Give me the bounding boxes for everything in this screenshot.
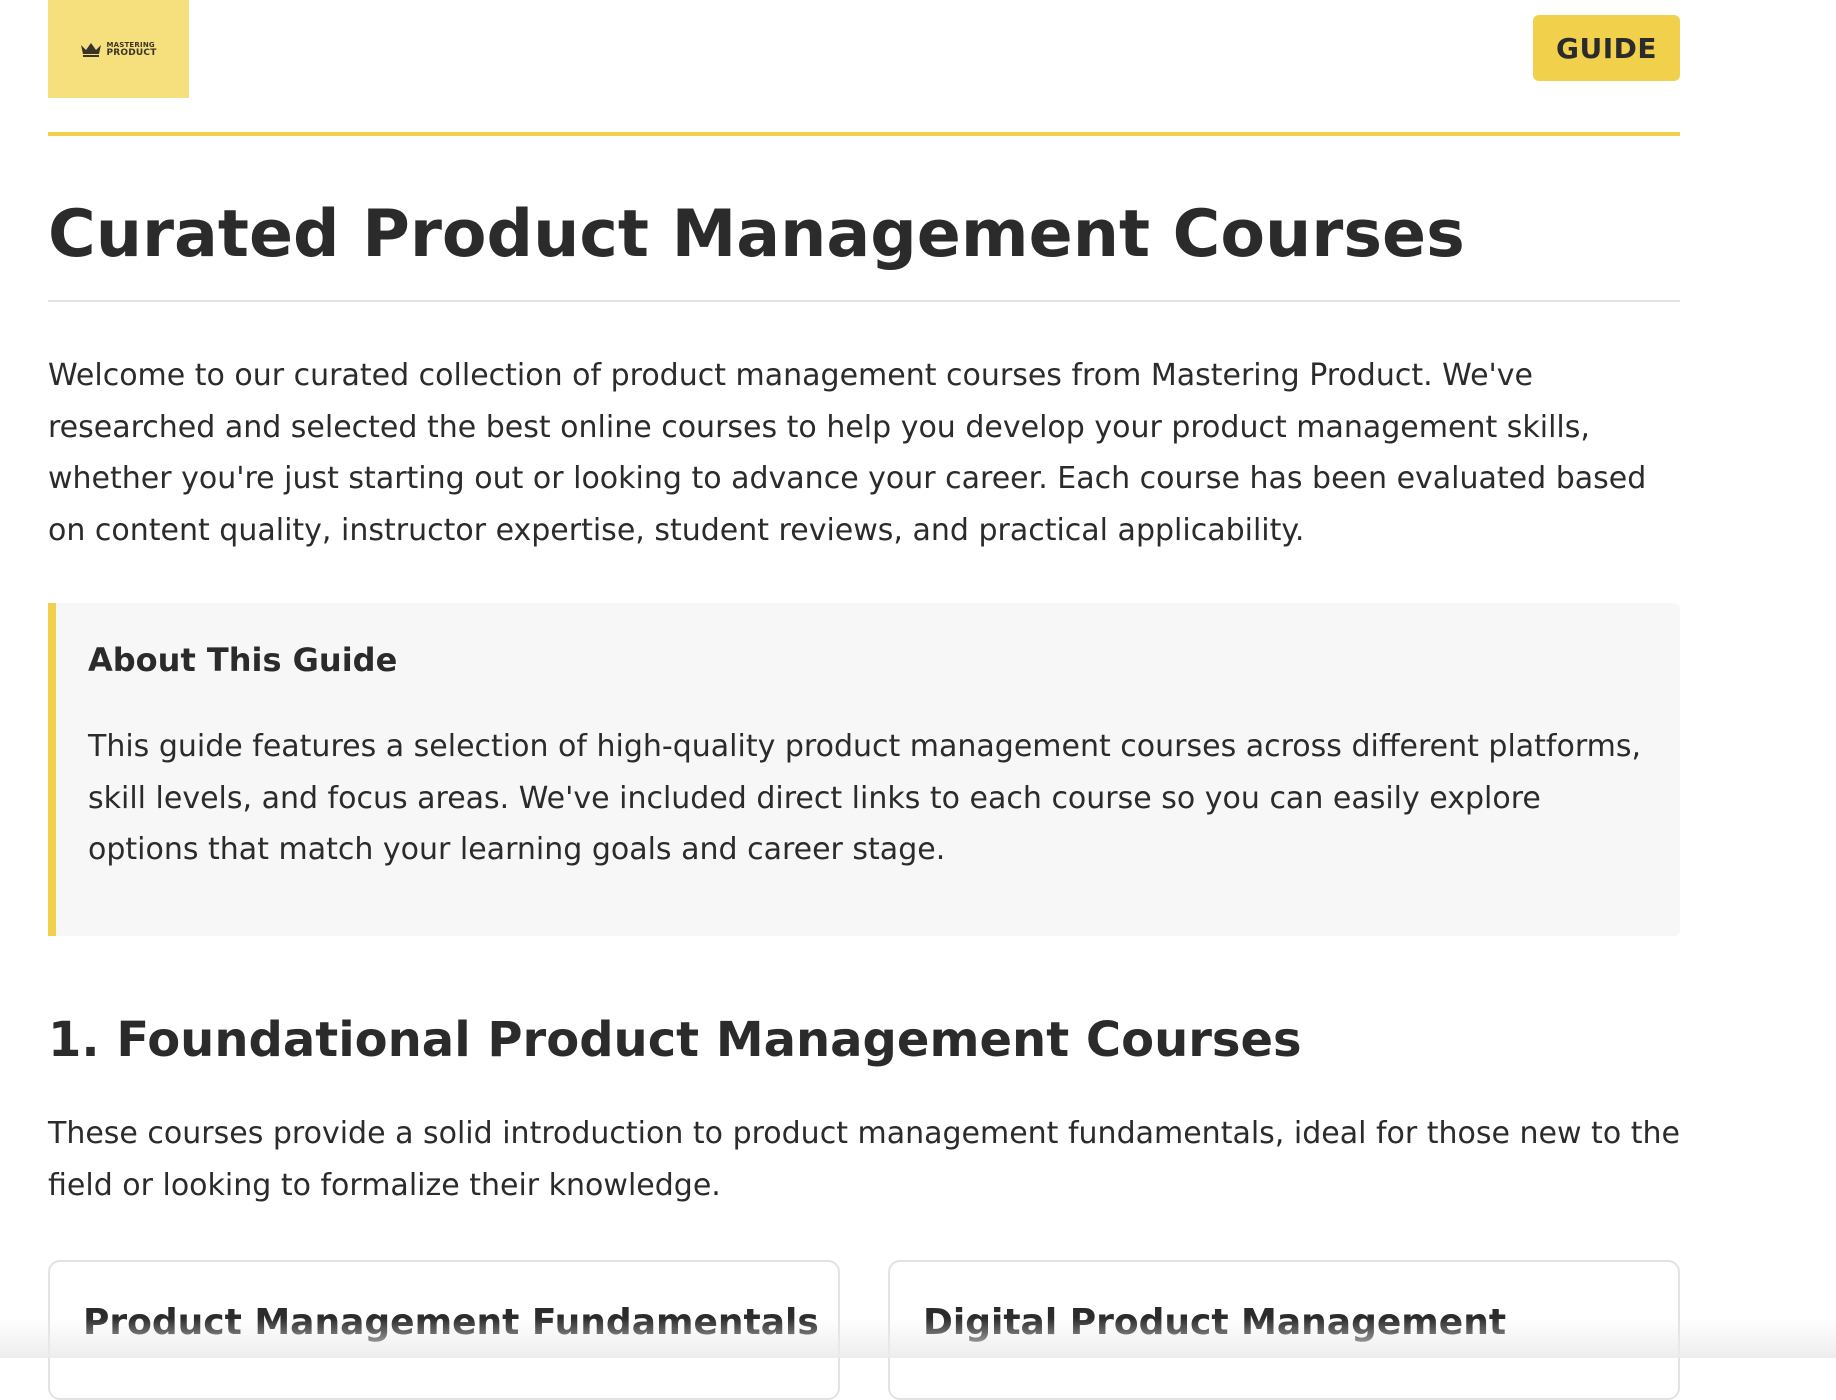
page-title: Curated Product Management Courses <box>48 197 1465 272</box>
intro-paragraph: Welcome to our curated collection of pro… <box>48 358 1647 548</box>
about-callout: About This Guide This guide features a s… <box>48 603 1680 936</box>
logo-text: MASTERING PRODUCT <box>106 41 157 58</box>
title-divider <box>48 300 1680 302</box>
logo-line-2: PRODUCT <box>106 48 157 58</box>
logo-inner: MASTERING PRODUCT <box>80 41 157 58</box>
section-description: These courses provide a solid introducti… <box>48 1116 1680 1203</box>
about-text: This guide features a selection of high-… <box>88 729 1642 867</box>
logo[interactable]: MASTERING PRODUCT <box>48 0 189 98</box>
course-card-title: Product Management Fundamentals <box>83 1302 819 1343</box>
section-title: 1. Foundational Product Management Cours… <box>48 1012 1302 1068</box>
course-card[interactable]: Product Management Fundamentals <box>48 1260 840 1400</box>
guide-button[interactable]: GUIDE <box>1533 15 1680 81</box>
crown-icon <box>80 41 102 57</box>
course-card[interactable]: Digital Product Management <box>888 1260 1680 1400</box>
course-card-title: Digital Product Management <box>923 1302 1507 1343</box>
site-header: MASTERING PRODUCT GUIDE <box>48 0 1680 136</box>
course-cards: Product Management Fundamentals Digital … <box>48 1260 1680 1400</box>
page: MASTERING PRODUCT GUIDE Curated Product … <box>48 0 1680 1400</box>
about-title: About This Guide <box>88 641 398 679</box>
